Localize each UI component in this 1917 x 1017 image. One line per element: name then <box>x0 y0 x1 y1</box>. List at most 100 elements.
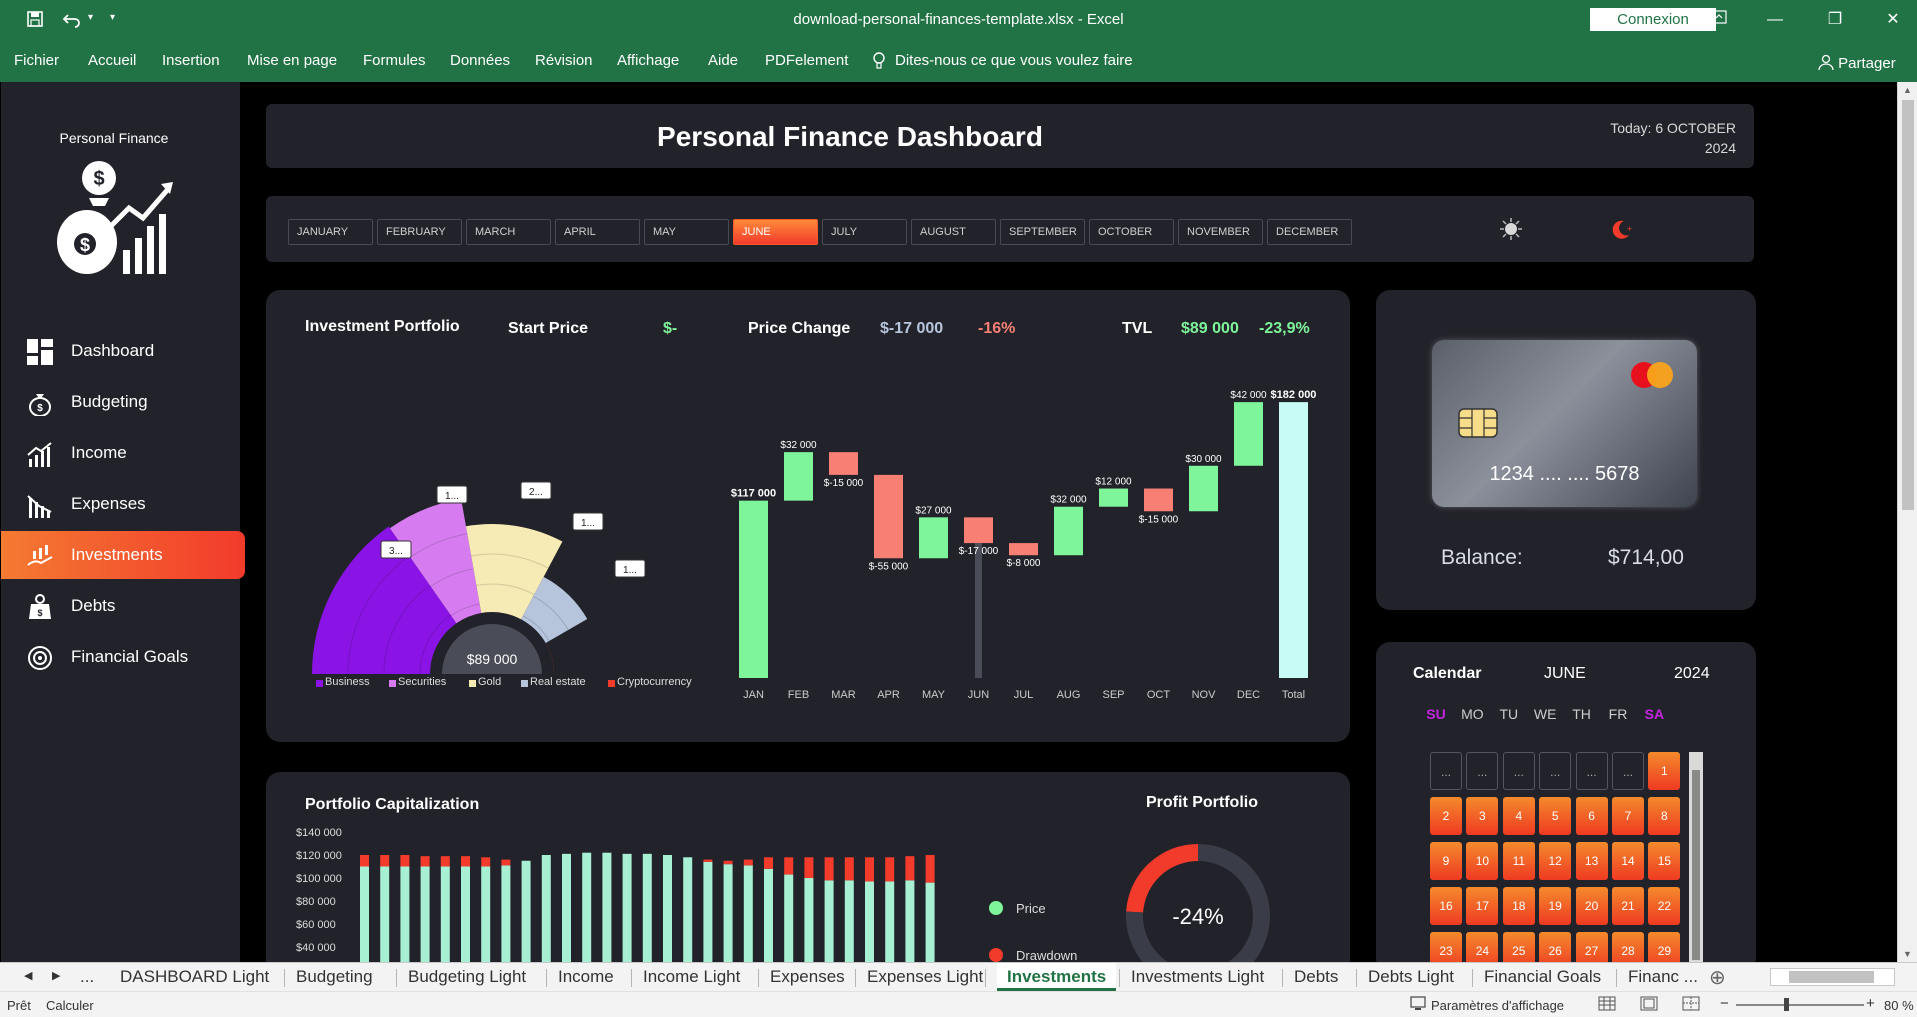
zoom-slider-thumb[interactable] <box>1784 998 1789 1011</box>
next-sheet-icon[interactable]: ▶ <box>52 969 60 982</box>
calendar-day[interactable]: 16 <box>1430 887 1462 925</box>
sheet-tab[interactable]: Investments <box>997 963 1117 991</box>
signin-button[interactable]: Connexion <box>1590 8 1716 31</box>
calendar-day[interactable]: 8 <box>1648 797 1681 835</box>
calendar-day[interactable]: 4 <box>1502 797 1535 835</box>
page-break-view-icon[interactable] <box>1682 996 1700 1014</box>
sheet-tabs-overflow[interactable]: ... <box>80 967 94 987</box>
calendar-day[interactable]: 25 <box>1502 932 1535 962</box>
vertical-scroll-thumb[interactable] <box>1902 100 1914 510</box>
zoom-in-icon[interactable]: + <box>1866 995 1875 1012</box>
sheet-tab[interactable]: Expenses <box>770 967 845 987</box>
scroll-up-icon[interactable]: ▲ <box>1903 85 1912 95</box>
status-calculate[interactable]: Calculer <box>46 998 94 1013</box>
zoom-slider[interactable] <box>1736 998 1864 1011</box>
month-button-april[interactable]: APRIL <box>555 219 640 245</box>
sheet-tab[interactable]: Investments Light <box>1131 967 1264 987</box>
month-button-march[interactable]: MARCH <box>466 219 551 245</box>
calendar-day[interactable]: 27 <box>1575 932 1608 962</box>
tell-me-search[interactable]: Dites-nous ce que vous voulez faire <box>895 52 1133 69</box>
calendar-day[interactable]: 14 <box>1612 842 1644 880</box>
calendar-day[interactable]: 24 <box>1466 932 1499 962</box>
sidebar-item-budgeting[interactable]: $ Budgeting <box>1 378 245 426</box>
calendar-day[interactable]: 26 <box>1539 932 1572 962</box>
ribbon-tab-insertion[interactable]: Insertion <box>162 52 220 69</box>
month-button-january[interactable]: JANUARY <box>288 219 373 245</box>
ribbon-tab-aide[interactable]: Aide <box>708 52 738 69</box>
month-button-may[interactable]: MAY <box>644 219 729 245</box>
calendar-scrollbar[interactable] <box>1689 752 1703 962</box>
ribbon-display-icon[interactable] <box>1702 8 1736 32</box>
month-button-november[interactable]: NOVEMBER <box>1178 219 1263 245</box>
page-layout-view-icon[interactable] <box>1640 996 1658 1014</box>
sidebar-item-investments[interactable]: Investments <box>1 531 245 579</box>
ribbon-tab-donnees[interactable]: Données <box>450 52 510 69</box>
calendar-day[interactable]: 20 <box>1575 887 1608 925</box>
calendar-day[interactable]: 29 <box>1648 932 1681 962</box>
close-icon[interactable]: ✕ <box>1876 8 1910 32</box>
calendar-day[interactable]: 1 <box>1648 752 1681 790</box>
sheet-tab[interactable]: Financial Goals <box>1484 967 1601 987</box>
prev-sheet-icon[interactable]: ◀ <box>24 969 32 982</box>
calendar-day[interactable]: 5 <box>1539 797 1572 835</box>
sun-icon[interactable] <box>1500 218 1522 240</box>
ribbon-tab-pdfelement[interactable]: PDFelement <box>765 52 848 69</box>
add-sheet-icon[interactable]: ⊕ <box>1709 965 1726 990</box>
display-settings-label[interactable]: Paramètres d'affichage <box>1431 998 1564 1013</box>
month-button-february[interactable]: FEBRUARY <box>377 219 462 245</box>
ribbon-tab-formules[interactable]: Formules <box>363 52 426 69</box>
sheet-tab[interactable]: Debts Light <box>1368 967 1454 987</box>
sidebar-item-dashboard[interactable]: Dashboard <box>1 327 245 375</box>
calendar-day[interactable]: 13 <box>1575 842 1608 880</box>
sheet-tab[interactable]: Financ ... <box>1628 967 1698 987</box>
normal-view-icon[interactable] <box>1598 996 1616 1014</box>
sheet-tab[interactable]: Expenses Light <box>867 967 983 987</box>
horizontal-scroll-thumb[interactable] <box>1789 971 1874 983</box>
sheet-tab[interactable]: Budgeting <box>296 967 373 987</box>
ribbon-tab-accueil[interactable]: Accueil <box>88 52 136 69</box>
zoom-out-icon[interactable]: − <box>1720 995 1729 1012</box>
calendar-day[interactable]: 17 <box>1466 887 1499 925</box>
vertical-scrollbar[interactable]: ▲ ▼ <box>1897 82 1917 962</box>
calendar-day[interactable]: 7 <box>1612 797 1644 835</box>
ribbon-tab-revision[interactable]: Révision <box>535 52 593 69</box>
calendar-day[interactable]: 22 <box>1648 887 1681 925</box>
sheet-tab[interactable]: Debts <box>1294 967 1338 987</box>
sheet-tab[interactable]: Income Light <box>643 967 740 987</box>
calendar-day[interactable]: 2 <box>1430 797 1462 835</box>
scroll-down-icon[interactable]: ▼ <box>1903 949 1912 959</box>
share-button[interactable]: Partager <box>1818 52 1896 72</box>
calendar-day[interactable]: 19 <box>1539 887 1572 925</box>
minimize-icon[interactable]: — <box>1758 8 1792 32</box>
calendar-day[interactable]: 28 <box>1612 932 1644 962</box>
calendar-day[interactable]: 18 <box>1502 887 1535 925</box>
month-button-september[interactable]: SEPTEMBER <box>1000 219 1085 245</box>
display-settings-icon[interactable] <box>1410 996 1426 1014</box>
calendar-day[interactable]: 3 <box>1466 797 1499 835</box>
sheet-tab[interactable]: Budgeting Light <box>408 967 526 987</box>
sheet-tab[interactable]: Income <box>558 967 614 987</box>
calendar-day[interactable]: 23 <box>1430 932 1462 962</box>
calendar-day[interactable]: 21 <box>1612 887 1644 925</box>
calendar-day[interactable]: 9 <box>1430 842 1462 880</box>
sidebar-item-financial-goals[interactable]: Financial Goals <box>1 633 245 681</box>
sheet-tab[interactable]: DASHBOARD Light <box>120 967 269 987</box>
calendar-day[interactable]: 15 <box>1648 842 1681 880</box>
month-button-july[interactable]: JULY <box>822 219 907 245</box>
restore-icon[interactable]: ❐ <box>1818 8 1852 32</box>
calendar-day[interactable]: 10 <box>1466 842 1499 880</box>
calendar-day[interactable]: 11 <box>1502 842 1535 880</box>
horizontal-scrollbar[interactable] <box>1770 968 1895 986</box>
month-button-august[interactable]: AUGUST <box>911 219 996 245</box>
ribbon-tab-fichier[interactable]: Fichier <box>14 52 59 69</box>
sidebar-item-debts[interactable]: $ Debts <box>1 582 245 630</box>
zoom-level[interactable]: 80 % <box>1884 998 1914 1013</box>
month-button-october[interactable]: OCTOBER <box>1089 219 1174 245</box>
moon-icon[interactable]: + <box>1610 218 1632 240</box>
sidebar-item-expenses[interactable]: Expenses <box>1 480 245 528</box>
calendar-scroll-thumb[interactable] <box>1692 770 1700 960</box>
calendar-day[interactable]: 12 <box>1539 842 1572 880</box>
sidebar-item-income[interactable]: Income <box>1 429 245 477</box>
month-button-june[interactable]: JUNE <box>733 219 818 245</box>
ribbon-tab-mise-en-page[interactable]: Mise en page <box>247 52 337 69</box>
